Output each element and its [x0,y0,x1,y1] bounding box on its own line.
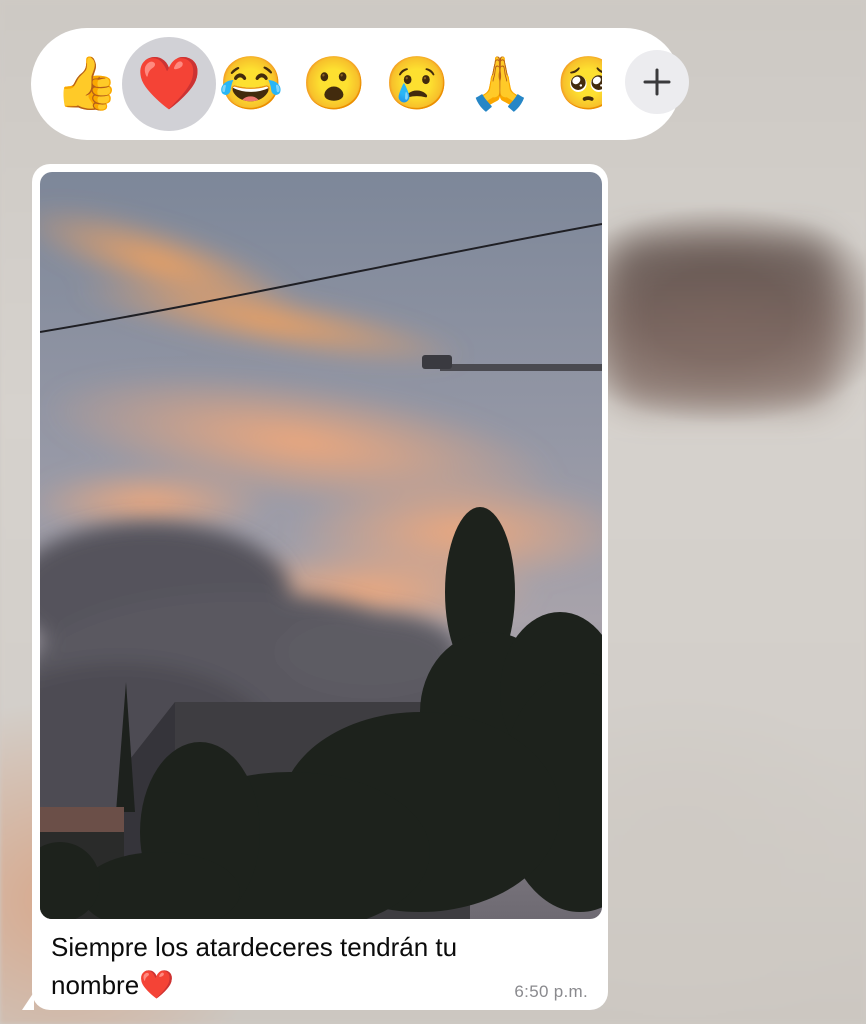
sunset-photo[interactable] [40,172,602,919]
add-reaction-button[interactable] [625,50,689,114]
red-heart-icon[interactable]: ❤️ [122,37,216,131]
message-caption: Siempre los atardeceres tendrán tu nombr… [51,928,521,1004]
pleading-face-icon[interactable]: 🥺 [556,44,602,124]
tears-of-joy-icon[interactable]: 😂 [211,44,291,124]
crying-face-icon[interactable]: 😢 [377,44,457,124]
folded-hands-icon[interactable]: 🙏 [460,44,540,124]
caption-text: Siempre los atardeceres tendrán tu nombr… [51,932,458,1000]
thumbs-up-icon[interactable]: 👍 [47,44,127,124]
message-timestamp: 6:50 p.m. [514,982,588,1001]
sunset-photo-image [40,172,602,919]
blurred-background-shape [610,240,835,405]
surprised-face-icon[interactable]: 😮 [294,44,374,124]
red-heart-icon: ❤️ [139,969,175,1000]
plus-icon [643,68,671,96]
reaction-bar: 👍 ❤️ 😂 😮 😢 🙏 🥺 [31,28,689,140]
message-bubble[interactable]: Siempre los atardeceres tendrán tu nombr… [32,164,608,1010]
